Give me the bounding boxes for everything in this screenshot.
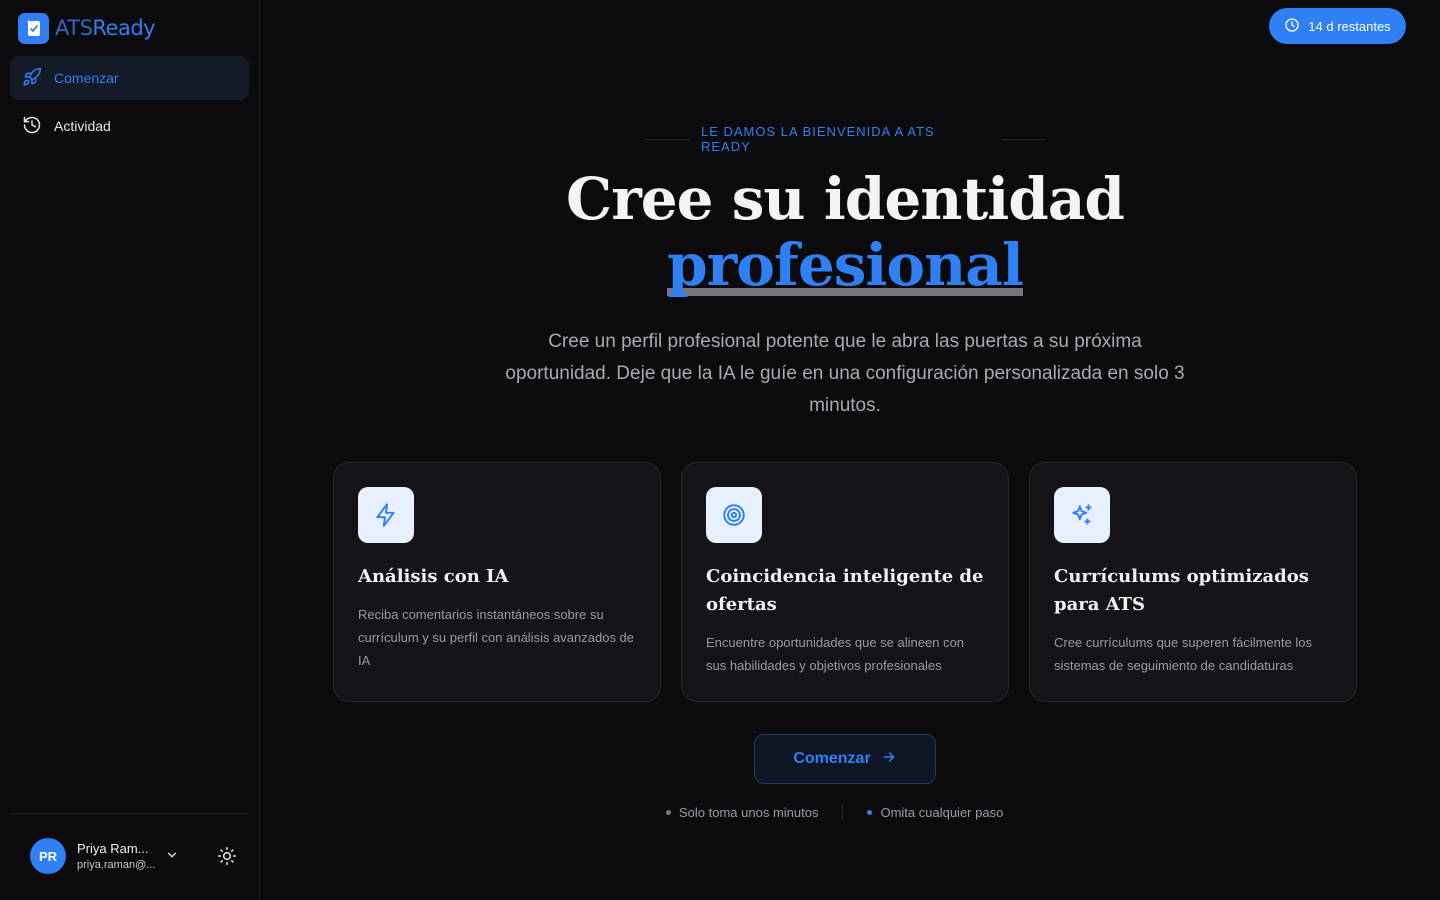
- target-icon: [706, 487, 762, 543]
- logo-text-ats: ATS: [55, 16, 93, 40]
- sidebar-divider: [10, 813, 248, 814]
- title-line1: Cree su identidad: [566, 165, 1125, 233]
- avatar: PR: [30, 838, 66, 874]
- get-started-label: Comenzar: [793, 750, 871, 767]
- eyebrow-line-right: [1001, 138, 1045, 140]
- logo-text-ready: Ready: [92, 16, 156, 40]
- feature-card-ai-analysis: Análisis con IA Reciba comentarios insta…: [333, 462, 661, 702]
- feature-description: Reciba comentarios instantáneos sobre su…: [358, 607, 635, 668]
- note-quick: Solo toma unos minutos: [666, 805, 818, 820]
- logo-text: ATSReady: [55, 16, 156, 40]
- note-text: Omita cualquier paso: [880, 804, 1004, 820]
- feature-card-ats-resumes: Currículums optimizados para ATS Cree cu…: [1029, 462, 1357, 702]
- hero-description: Cree un perfil profesional potente que l…: [505, 331, 1185, 416]
- get-started-button[interactable]: Comenzar: [754, 734, 936, 784]
- trial-days-label: 14 d restantes: [1308, 18, 1391, 34]
- feature-card-job-matching: Coincidencia inteligente de ofertas Encu…: [681, 462, 1009, 702]
- sidebar-item-actividad[interactable]: Actividad: [10, 104, 249, 148]
- feature-title: Currículums optimizados para ATS: [1054, 566, 1309, 615]
- eyebrow-text: LE DAMOS LA BIENVENIDA A ATS READY: [700, 124, 935, 154]
- theme-toggle-sun-icon[interactable]: [216, 845, 238, 867]
- cta-notes: Solo toma unos minutos Omita cualquier p…: [666, 804, 1003, 820]
- sidebar-item-comenzar[interactable]: Comenzar: [10, 56, 249, 100]
- feature-title: Coincidencia inteligente de ofertas: [706, 566, 984, 615]
- logo-mark-icon: [18, 12, 49, 44]
- user-menu[interactable]: PR Priya Ram... priya.raman@...: [30, 838, 155, 874]
- bullet-dot-icon: [867, 809, 873, 815]
- sparkles-icon: [1054, 487, 1110, 543]
- clock-icon: [1284, 17, 1300, 36]
- page-title: Cree su identidad profesional: [440, 166, 1250, 298]
- app-logo[interactable]: ATSReady: [18, 12, 156, 44]
- note-skip: Omita cualquier paso: [867, 805, 1003, 820]
- lightning-icon: [358, 487, 414, 543]
- bullet-dot-icon: [666, 809, 671, 815]
- rocket-icon: [22, 67, 42, 90]
- title-accent: profesional: [667, 231, 1024, 299]
- sidebar-item-label: Comenzar: [54, 70, 119, 86]
- chevron-down-icon[interactable]: [165, 848, 179, 867]
- sidebar: ATSReady Comenzar Actividad PR Priya Ram…: [0, 0, 260, 900]
- trial-days-badge[interactable]: 14 d restantes: [1269, 8, 1406, 44]
- user-name: Priya Ram...: [77, 841, 149, 856]
- user-email: priya.raman@...: [77, 859, 156, 871]
- note-text: Solo toma unos minutos: [679, 804, 819, 820]
- arrow-right-icon: [881, 749, 897, 770]
- user-info: Priya Ram... priya.raman@...: [77, 841, 155, 871]
- feature-description: Cree currículums que superen fácilmente …: [1054, 635, 1312, 673]
- feature-title: Análisis con IA: [358, 566, 509, 587]
- eyebrow-line-left: [645, 138, 689, 140]
- sidebar-item-label: Actividad: [54, 118, 111, 134]
- history-icon: [22, 115, 42, 138]
- welcome-eyebrow: LE DAMOS LA BIENVENIDA A ATS READY: [645, 124, 1045, 154]
- feature-description: Encuentre oportunidades que se alineen c…: [706, 635, 965, 673]
- notes-divider: [842, 804, 844, 820]
